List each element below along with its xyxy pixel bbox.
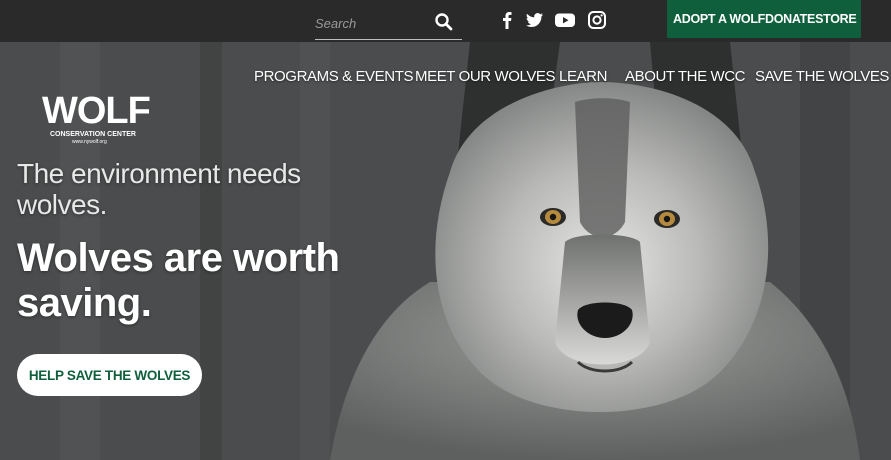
nav-programs-events[interactable]: PROGRAMS & EVENTS	[254, 68, 413, 85]
logo-url: www.nywolf.org	[72, 139, 107, 145]
logo-subtitle: CONSERVATION CENTER	[50, 131, 136, 138]
twitter-icon[interactable]	[523, 9, 545, 31]
utility-nav: ADOPT A WOLF DONATE STORE	[667, 0, 861, 38]
top-utility-bar: ADOPT A WOLF DONATE STORE	[0, 0, 891, 42]
nav-meet-our-wolves[interactable]: MEET OUR WOLVES	[415, 68, 556, 85]
search-icon[interactable]	[433, 11, 455, 33]
facebook-icon[interactable]	[496, 9, 518, 31]
nav-about-the-wcc[interactable]: ABOUT THE WCC	[625, 68, 745, 85]
hero-tagline: The environment needs wolves.	[17, 158, 301, 220]
search-input[interactable]	[315, 8, 433, 38]
nav-learn[interactable]: LEARN	[559, 68, 607, 85]
main-nav: PROGRAMS & EVENTS MEET OUR WOLVES LEARN …	[0, 68, 891, 92]
hero-headline: Wolves are worth saving.	[17, 236, 340, 325]
logo-wordmark: WOLF	[42, 90, 151, 132]
donate-link[interactable]: DONATE	[765, 12, 815, 26]
store-link[interactable]: STORE	[815, 12, 857, 26]
nav-save-the-wolves[interactable]: SAVE THE WOLVES	[755, 68, 889, 85]
help-save-the-wolves-button[interactable]: HELP SAVE THE WOLVES	[17, 354, 202, 396]
instagram-icon[interactable]	[586, 9, 608, 31]
youtube-icon[interactable]	[554, 9, 576, 31]
adopt-a-wolf-link[interactable]: ADOPT A WOLF	[673, 12, 765, 26]
site-logo[interactable]: WOLF CONSERVATION CENTER www.nywolf.org	[42, 90, 151, 148]
search-box	[315, 8, 462, 40]
